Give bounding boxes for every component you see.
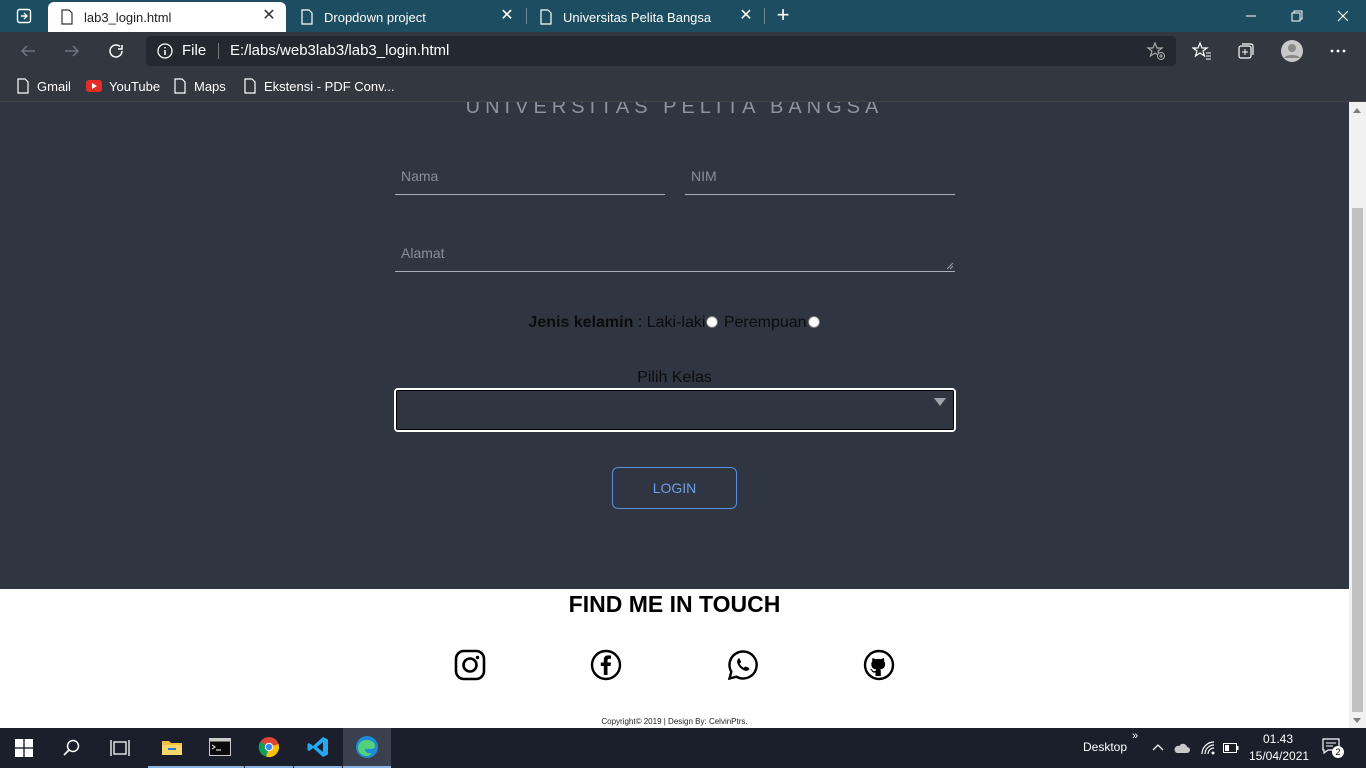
terminal-icon[interactable] [196, 728, 244, 768]
task-view-icon[interactable] [96, 728, 144, 768]
chevron-up-icon[interactable] [1152, 742, 1164, 752]
gender-label: Jenis kelamin [528, 314, 634, 331]
kelas-select[interactable] [394, 388, 956, 432]
nama-placeholder: Nama [401, 168, 439, 184]
dropdown-arrow-icon [934, 398, 946, 406]
form-section: UNIVERSITAS PELITA BANGSA Nama NIM Alama… [0, 102, 1349, 589]
clock-date[interactable]: 15/04/2021 [1249, 749, 1309, 763]
tab-lab3-login[interactable]: lab3_login.html ✕ [48, 2, 286, 32]
alamat-placeholder: Alamat [401, 245, 445, 261]
onedrive-icon[interactable] [1174, 741, 1190, 755]
toolbar-expand-icon[interactable]: » [1132, 730, 1138, 742]
back-button[interactable] [14, 37, 42, 65]
notification-count-badge: 2 [1332, 746, 1344, 758]
page-icon [301, 9, 313, 25]
radio-laki-laki[interactable] [706, 316, 719, 328]
url-text[interactable]: E:/labs/web3lab3/lab3_login.html [230, 42, 449, 59]
close-icon[interactable]: ✕ [262, 8, 276, 24]
tab-dropdown-project[interactable]: Dropdown project ✕ [288, 2, 524, 32]
refresh-button[interactable] [102, 37, 130, 65]
page-icon [540, 9, 552, 25]
search-icon[interactable] [48, 728, 96, 768]
bookmark-gmail[interactable]: Gmail [16, 75, 71, 97]
tab-title: lab3_login.html [84, 9, 172, 25]
bookmark-label: YouTube [109, 78, 161, 94]
omnibox[interactable]: File E:/labs/web3lab3/lab3_login.html [146, 36, 1176, 66]
scroll-thumb[interactable] [1352, 208, 1363, 712]
gender-option-label: Perempuan [723, 314, 807, 331]
instagram-icon[interactable] [454, 649, 486, 681]
battery-icon[interactable] [1223, 743, 1239, 753]
radio-perempuan[interactable] [807, 316, 820, 328]
file-explorer-icon[interactable] [148, 728, 196, 768]
bookmark-label: Maps [194, 78, 226, 94]
vscode-icon[interactable] [294, 728, 342, 768]
close-window-button[interactable] [1320, 0, 1366, 32]
more-menu-icon[interactable] [1324, 37, 1352, 65]
footer: FIND ME IN TOUCH Copyright© 2019 | Desig… [0, 589, 1349, 728]
page-icon [61, 9, 73, 25]
clock-time[interactable]: 01.43 [1263, 732, 1293, 746]
github-icon[interactable] [863, 649, 895, 681]
new-tab-button[interactable]: + [772, 4, 794, 26]
youtube-icon [86, 80, 102, 92]
chrome-icon[interactable] [245, 728, 293, 768]
bookmarks-bar: Gmail YouTube Maps Ekstensi - PDF Conv..… [0, 70, 1366, 102]
page-icon [244, 78, 256, 94]
nim-placeholder: NIM [691, 168, 717, 184]
collections-icon[interactable] [1232, 37, 1260, 65]
bookmark-ekstensi[interactable]: Ekstensi - PDF Conv... [243, 75, 395, 97]
notification-center[interactable]: 2 [1322, 738, 1344, 758]
page-icon [174, 78, 186, 94]
bookmark-label: Ekstensi - PDF Conv... [264, 78, 395, 94]
favorites-icon[interactable] [1188, 37, 1216, 65]
restore-button[interactable] [1274, 0, 1320, 32]
profile-avatar[interactable] [1278, 37, 1306, 65]
bookmark-label: Gmail [37, 78, 71, 94]
facebook-icon[interactable] [590, 649, 622, 681]
forward-button[interactable] [58, 37, 86, 65]
tab-separator [764, 8, 765, 24]
scheme-label: File [182, 42, 207, 59]
resize-grip-icon[interactable] [946, 262, 954, 270]
scroll-up-arrow-icon[interactable] [1353, 108, 1361, 113]
tab-title: Universitas Pelita Bangsa [563, 9, 712, 25]
taskbar: Desktop » 01.43 15/04/2021 2 [0, 728, 1366, 768]
gender-separator: : [633, 314, 647, 331]
alamat-textarea[interactable]: Alamat [395, 239, 955, 272]
info-icon[interactable] [156, 42, 174, 60]
tab-universitas[interactable]: Universitas Pelita Bangsa ✕ [527, 2, 763, 32]
tab-actions-icon[interactable] [8, 6, 40, 26]
bookmark-maps[interactable]: Maps [173, 75, 226, 97]
page-icon [17, 78, 29, 94]
wifi-icon[interactable] [1200, 740, 1216, 756]
footer-title: FIND ME IN TOUCH [568, 591, 781, 617]
close-icon[interactable]: ✕ [500, 8, 514, 24]
minimize-button[interactable] [1228, 0, 1274, 32]
nama-input[interactable]: Nama [395, 162, 665, 195]
bookmark-youtube[interactable]: YouTube [86, 75, 160, 97]
desktop-toolbar-label[interactable]: Desktop [1083, 740, 1127, 754]
page-title: UNIVERSITAS PELITA BANGSA [465, 102, 884, 118]
copyright-text: Copyright© 2019 | Design By: CelvinPtrs. [601, 717, 748, 726]
start-button[interactable] [0, 728, 48, 768]
add-favorite-icon[interactable] [1146, 41, 1166, 61]
tab-title: Dropdown project [324, 9, 426, 25]
page-scrollbar[interactable] [1349, 102, 1366, 728]
page-viewport: UNIVERSITAS PELITA BANGSA Nama NIM Alama… [0, 102, 1349, 728]
address-bar: File E:/labs/web3lab3/lab3_login.html [0, 32, 1366, 70]
close-icon[interactable]: ✕ [739, 8, 753, 24]
whatsapp-icon[interactable] [727, 649, 759, 681]
scroll-down-arrow-icon[interactable] [1353, 718, 1361, 723]
nim-input[interactable]: NIM [685, 162, 955, 195]
gender-row: Jenis kelamin : Laki-laki Perempuan [0, 314, 1349, 332]
select-label: Pilih Kelas [637, 369, 712, 386]
tab-bar: lab3_login.html ✕ Dropdown project ✕ Uni… [0, 0, 1366, 32]
omnibox-divider [218, 43, 219, 59]
gender-option-label: Laki-laki [646, 314, 706, 331]
login-button[interactable]: LOGIN [612, 467, 737, 509]
edge-icon[interactable] [343, 728, 391, 768]
